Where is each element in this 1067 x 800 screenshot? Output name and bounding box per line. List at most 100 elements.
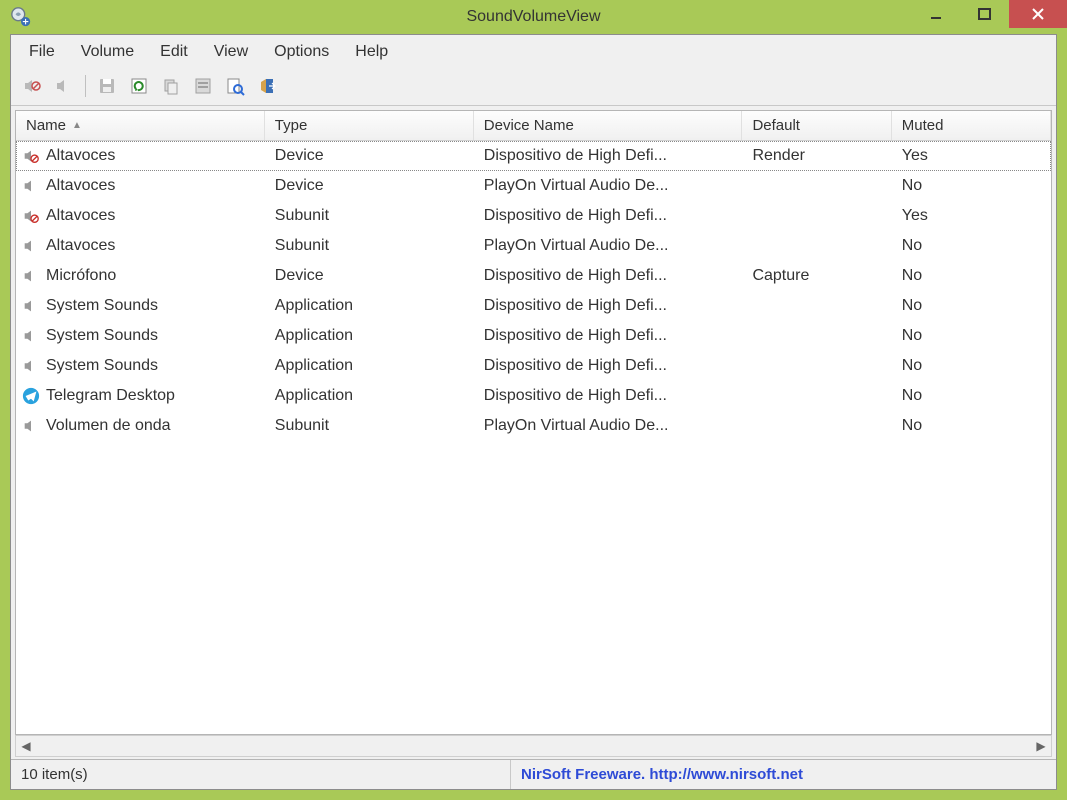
cell-device: Dispositivo de High Defi...	[474, 387, 743, 405]
status-item-count: 10 item(s)	[11, 760, 511, 789]
speaker-icon	[22, 267, 40, 285]
table-row[interactable]: AltavocesSubunitDispositivo de High Defi…	[16, 201, 1051, 231]
cell-name: Micrófono	[46, 267, 116, 285]
statusbar: 10 item(s) NirSoft Freeware. http://www.…	[11, 759, 1056, 789]
exit-icon[interactable]	[254, 73, 280, 99]
cell-name: Altavoces	[46, 147, 115, 165]
app-icon	[10, 6, 32, 28]
cell-device: PlayOn Virtual Audio De...	[474, 417, 743, 435]
scroll-left-arrow-icon[interactable]: ◀	[18, 739, 34, 753]
telegram-icon	[22, 387, 40, 405]
cell-muted: No	[892, 327, 1051, 345]
cell-device: Dispositivo de High Defi...	[474, 267, 743, 285]
cell-device: Dispositivo de High Defi...	[474, 327, 743, 345]
cell-name: System Sounds	[46, 327, 158, 345]
cell-muted: Yes	[892, 207, 1051, 225]
cell-device: Dispositivo de High Defi...	[474, 357, 743, 375]
cell-type: Application	[265, 387, 474, 405]
menubar: File Volume Edit View Options Help	[11, 35, 1056, 69]
table-row[interactable]: Altavoces SubunitPlayOn Virtual Audio De.…	[16, 231, 1051, 261]
save-icon[interactable]	[94, 73, 120, 99]
cell-name: System Sounds	[46, 357, 158, 375]
cell-muted: Yes	[892, 147, 1051, 165]
cell-muted: No	[892, 387, 1051, 405]
toolbar-separator	[85, 75, 86, 97]
cell-type: Subunit	[265, 417, 474, 435]
speaker-icon	[22, 417, 40, 435]
cell-muted: No	[892, 357, 1051, 375]
sort-indicator-icon: ▲	[72, 120, 82, 131]
cell-type: Device	[265, 147, 474, 165]
col-header-muted[interactable]: Muted	[892, 111, 1051, 140]
toolbar	[11, 69, 1056, 106]
table-row[interactable]: AltavocesDevicePlayOn Virtual Audio De..…	[16, 171, 1051, 201]
horizontal-scrollbar[interactable]: ◀ ▶	[15, 735, 1052, 757]
col-header-default[interactable]: Default	[742, 111, 891, 140]
speaker-icon	[22, 297, 40, 315]
client-area: File Volume Edit View Options Help	[10, 34, 1057, 790]
cell-name: System Sounds	[46, 297, 158, 315]
table-row[interactable]: Micrófono DeviceDispositivo de High Defi.…	[16, 261, 1051, 291]
cell-device: Dispositivo de High Defi...	[474, 297, 743, 315]
table-row[interactable]: Altavoces DeviceDispositivo de High Defi.…	[16, 141, 1051, 171]
speaker-muted-icon	[22, 147, 40, 165]
speaker-icon	[22, 237, 40, 255]
cell-muted: No	[892, 417, 1051, 435]
table-row[interactable]: Volumen de onda SubunitPlayOn Virtual Aud…	[16, 411, 1051, 441]
col-header-type[interactable]: Type	[265, 111, 474, 140]
cell-name: Volumen de onda	[46, 417, 171, 435]
status-vendor-link[interactable]: NirSoft Freeware. http://www.nirsoft.net	[511, 760, 1056, 789]
close-button[interactable]	[1009, 0, 1067, 28]
window-controls	[913, 0, 1067, 28]
cell-type: Subunit	[265, 207, 474, 225]
menu-view[interactable]: View	[202, 39, 260, 65]
minimize-button[interactable]	[913, 0, 961, 28]
menu-help[interactable]: Help	[343, 39, 400, 65]
list-view[interactable]: Name▲ Type Device Name Default Muted Alt…	[15, 110, 1052, 735]
cell-name: Altavoces	[46, 177, 115, 195]
cell-type: Device	[265, 267, 474, 285]
cell-muted: No	[892, 177, 1051, 195]
cell-type: Application	[265, 297, 474, 315]
maximize-button[interactable]	[961, 0, 1009, 28]
unmute-icon[interactable]	[51, 73, 77, 99]
refresh-icon[interactable]	[126, 73, 152, 99]
cell-device: Dispositivo de High Defi...	[474, 147, 743, 165]
col-header-name[interactable]: Name▲	[16, 111, 265, 140]
cell-type: Application	[265, 357, 474, 375]
cell-default: Render	[742, 147, 891, 165]
list-body: AltavocesDeviceDispositivo de High Defi.…	[16, 141, 1051, 734]
cell-name: Telegram Desktop	[46, 387, 175, 405]
menu-volume[interactable]: Volume	[69, 39, 146, 65]
menu-options[interactable]: Options	[262, 39, 341, 65]
speaker-icon	[22, 327, 40, 345]
menu-edit[interactable]: Edit	[148, 39, 200, 65]
cell-name: Altavoces	[46, 237, 115, 255]
table-row[interactable]: System SoundsApplicationDispositivo de H…	[16, 321, 1051, 351]
cell-device: PlayOn Virtual Audio De...	[474, 177, 743, 195]
titlebar[interactable]: SoundVolumeView	[0, 0, 1067, 34]
table-row[interactable]: System Sounds ApplicationDispositivo de H…	[16, 351, 1051, 381]
cell-muted: No	[892, 267, 1051, 285]
speaker-icon	[22, 177, 40, 195]
cell-type: Subunit	[265, 237, 474, 255]
window-title: SoundVolumeView	[0, 8, 1067, 26]
cell-muted: No	[892, 237, 1051, 255]
cell-name: Altavoces	[46, 207, 115, 225]
col-header-device[interactable]: Device Name	[474, 111, 743, 140]
scroll-right-arrow-icon[interactable]: ▶	[1033, 739, 1049, 753]
properties-icon[interactable]	[190, 73, 216, 99]
cell-muted: No	[892, 297, 1051, 315]
mute-icon[interactable]	[19, 73, 45, 99]
scroll-track[interactable]	[34, 739, 1033, 753]
copy-icon[interactable]	[158, 73, 184, 99]
speaker-muted-icon	[22, 207, 40, 225]
menu-file[interactable]: File	[17, 39, 67, 65]
find-icon[interactable]	[222, 73, 248, 99]
cell-device: PlayOn Virtual Audio De...	[474, 237, 743, 255]
table-row[interactable]: Telegram Desktop ApplicationDispositivo d…	[16, 381, 1051, 411]
cell-default: Capture	[742, 267, 891, 285]
column-headers: Name▲ Type Device Name Default Muted	[16, 111, 1051, 141]
app-window: SoundVolumeView File Volume Edit View Op…	[0, 0, 1067, 800]
table-row[interactable]: System Sounds ApplicationDispositivo de H…	[16, 291, 1051, 321]
